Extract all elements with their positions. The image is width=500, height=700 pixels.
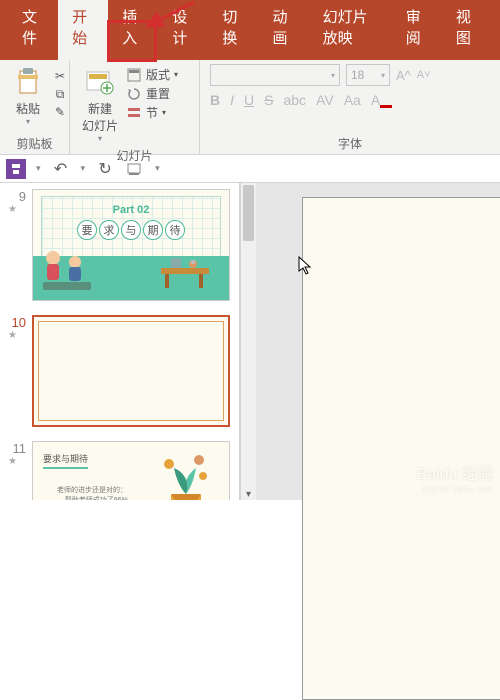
paste-button[interactable]: 粘贴 ▾ [8,64,48,128]
animation-star-icon: ★ [8,456,26,467]
slide-thumb-11[interactable]: 11 ★ 要求与期待 老师的进步还是对的： 帮助老师成功了96% [8,441,231,500]
slide-thumb-9[interactable]: 9 ★ Part 02 要 求 与 期 待 [8,189,231,301]
section-button[interactable]: 节▾ [126,104,178,121]
paste-label: 粘贴 [12,100,44,117]
slide-number: 10 [8,315,26,330]
quick-access-toolbar: ▾ ↶ ▾ ↻ ▾ [0,155,500,183]
reset-button[interactable]: 重置 [126,85,178,102]
slide9-part-label: Part 02 [113,204,150,216]
font-color-button[interactable]: A [371,92,392,108]
ribbon-group-slides: 新建 幻灯片 ▾ 版式▾ 重置 节▾ 幻灯片 [70,60,200,154]
save-button[interactable] [6,159,26,179]
cut-button[interactable]: ✂ [52,68,68,84]
tab-design[interactable]: 设计 [158,0,208,60]
ribbon-group-font: ▾ 18▾ A^ A˅ B I U S abc AV Aa A 字体 [200,60,500,154]
kids-illustration [39,244,95,294]
copy-icon: ⧉ [52,86,68,102]
brush-icon: ✎ [52,104,68,120]
reset-icon [126,86,142,102]
slide9-title: 要 求 与 期 待 [77,220,185,240]
shadow-button[interactable]: abc [283,92,306,108]
font-group-label: 字体 [210,135,490,152]
repeat-button[interactable]: ↻ [95,159,115,179]
tab-home[interactable]: 开始 [58,0,108,60]
animation-star-icon: ★ [8,330,26,341]
grow-font-button[interactable]: A^ [396,68,411,83]
scroll-thumb[interactable] [243,185,254,241]
slide-thumbnails-panel: 9 ★ Part 02 要 求 与 期 待 10 [0,183,240,500]
strike-button[interactable]: S [264,92,273,108]
slide11-title: 要求与期待 [43,452,88,469]
slide-number: 9 [8,189,26,204]
tab-file[interactable]: 文件 [8,0,58,60]
slide-canvas-area[interactable] [256,183,500,500]
dropdown-icon: ▾ [82,134,118,143]
char-spacing-button[interactable]: AV [316,92,334,108]
new-slide-icon [84,66,116,98]
tab-animation[interactable]: 动画 [258,0,308,60]
tab-insert[interactable]: 插入 [108,0,158,60]
layout-button[interactable]: 版式▾ [126,66,178,83]
scissors-icon: ✂ [52,68,68,84]
copy-button[interactable]: ⧉ [52,86,68,102]
shrink-font-button[interactable]: A˅ [417,69,431,81]
section-icon [126,105,142,121]
ribbon: 粘贴 ▾ ✂ ⧉ ✎ 剪贴板 新建 幻灯片 ▾ 版式▾ 重置 节▾ [0,60,500,155]
undo-button[interactable]: ↶ [51,159,71,179]
slide-thumb-10[interactable]: 10 ★ [8,315,231,427]
slide-canvas[interactable] [302,197,500,700]
new-slide-button[interactable]: 新建 幻灯片 ▾ [78,64,122,145]
thumbnails-scrollbar[interactable]: ▴ ▾ [240,183,256,500]
slide-number: 11 [8,441,26,456]
clipboard-group-label: 剪贴板 [8,135,61,152]
start-from-beginning-button[interactable] [125,159,145,179]
font-size-select[interactable]: 18▾ [346,64,390,86]
animation-star-icon: ★ [8,204,26,215]
change-case-button[interactable]: Aa [344,92,361,108]
clipboard-icon [12,66,44,98]
layout-icon [126,67,142,83]
font-name-select[interactable]: ▾ [210,64,340,86]
tab-review[interactable]: 审阅 [392,0,442,60]
slide11-body: 老师的进步还是对的： 帮助老师成功了96% [57,486,128,500]
dropdown-icon: ▾ [12,117,44,126]
new-slide-label: 新建 幻灯片 [82,100,118,134]
ribbon-group-clipboard: 粘贴 ▾ ✂ ⧉ ✎ 剪贴板 [0,60,70,154]
tab-transition[interactable]: 切换 [208,0,258,60]
bold-button[interactable]: B [210,92,220,108]
tab-view[interactable]: 视图 [442,0,492,60]
tab-slideshow[interactable]: 幻灯片放映 [309,0,392,60]
scroll-down-icon: ▾ [241,489,256,500]
underline-button[interactable]: U [244,92,254,108]
workspace: 9 ★ Part 02 要 求 与 期 待 10 [0,183,500,500]
format-painter-button[interactable]: ✎ [52,104,68,120]
tab-bar: 文件 开始 插入 设计 切换 动画 幻灯片放映 审阅 视图 [0,0,500,60]
plant-illustration [151,450,221,500]
desk-illustration [155,254,215,290]
italic-button[interactable]: I [230,92,234,108]
